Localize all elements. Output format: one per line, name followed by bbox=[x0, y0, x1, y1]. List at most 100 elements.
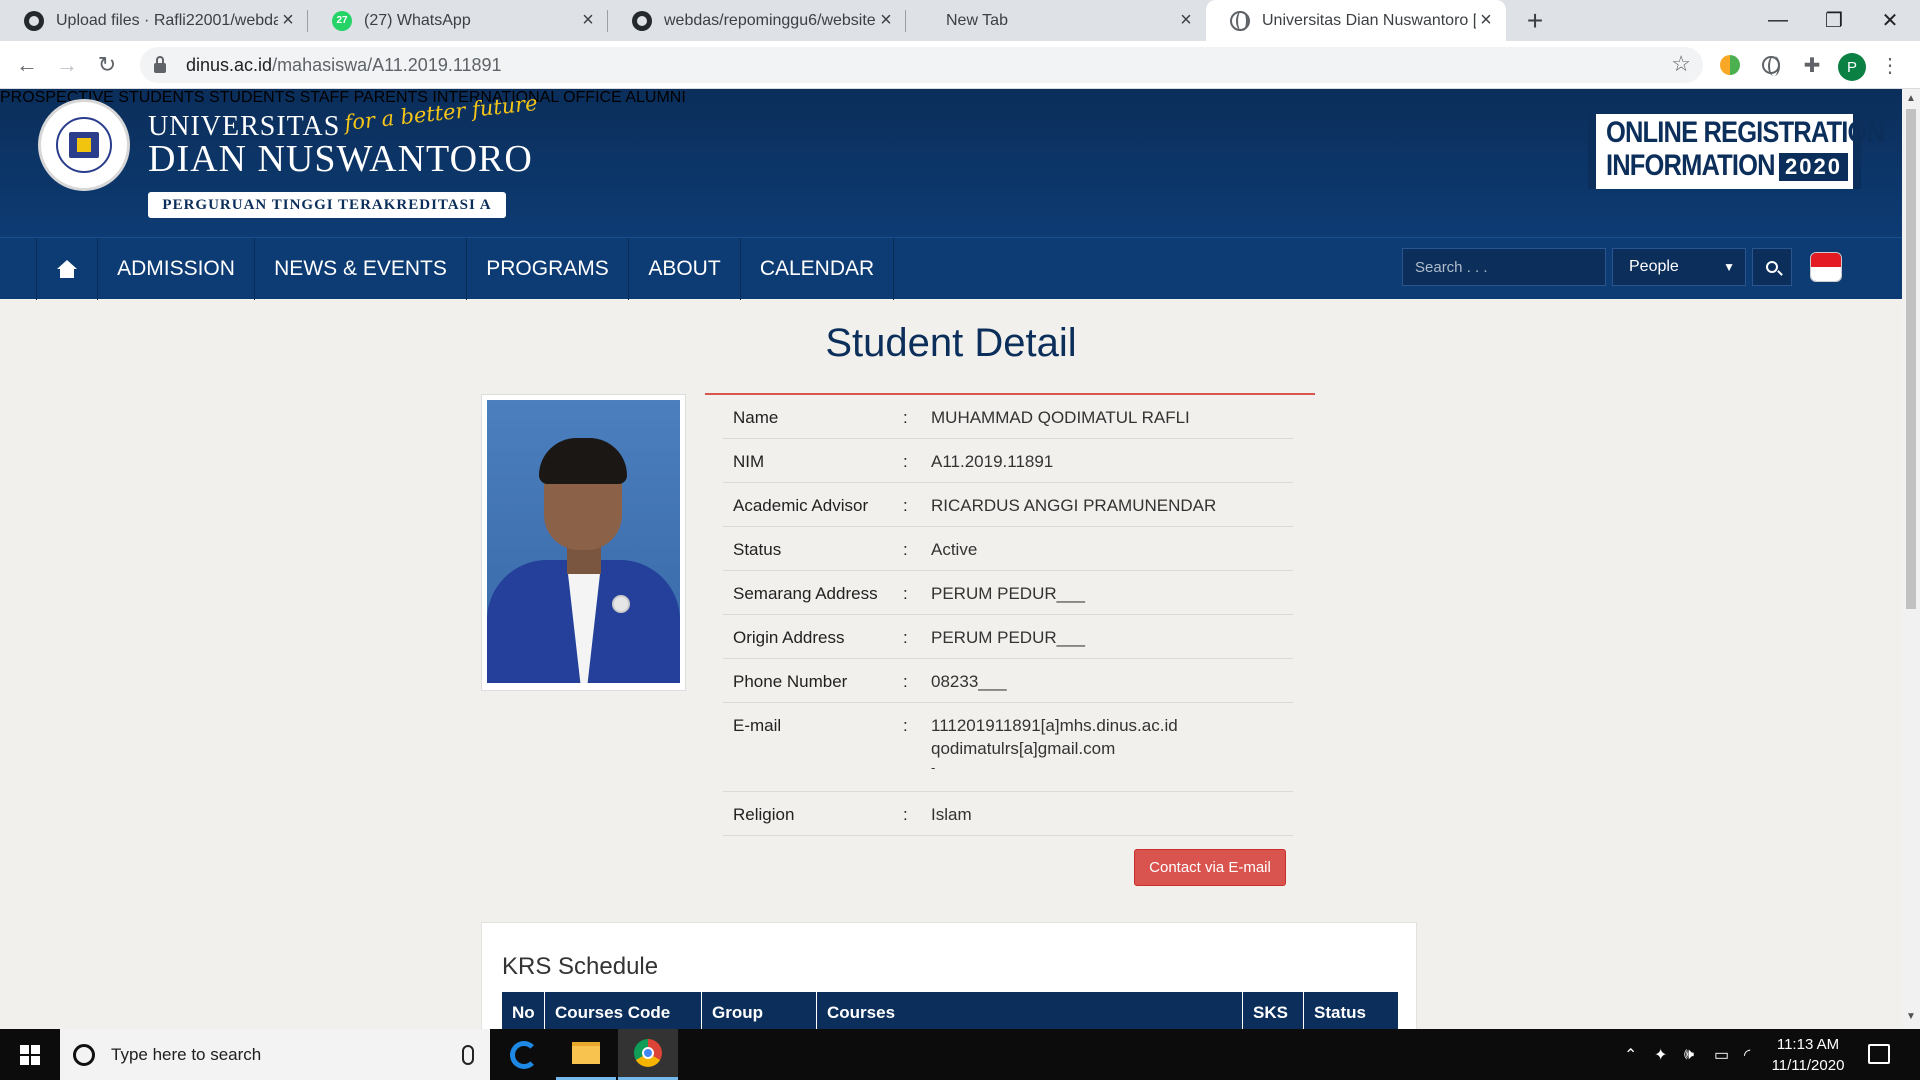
taskbar-search-input[interactable]: Type here to search bbox=[60, 1029, 490, 1080]
url-path: /mahasiswa/A11.2019.11891 bbox=[272, 54, 502, 75]
lock-icon bbox=[154, 56, 166, 73]
restore-icon[interactable]: ❐ bbox=[1806, 0, 1862, 41]
top-link-alumni[interactable]: ALUMNI bbox=[625, 89, 685, 106]
clock-time: 11:13 AM bbox=[1776, 1036, 1840, 1053]
browser-tab[interactable]: Upload files · Rafli22001/webdas × bbox=[0, 0, 308, 41]
page-title: Student Detail bbox=[825, 321, 1077, 365]
forward-arrow-icon[interactable]: → bbox=[52, 50, 82, 80]
detail-row-nim: NIM : A11.2019.11891 bbox=[723, 439, 1293, 483]
top-link-students[interactable]: STUDENTS bbox=[209, 89, 295, 106]
detail-row-email: E-mail : 111201911891[a]mhs.dinus.ac.id … bbox=[723, 703, 1293, 792]
browser-tab-strip: Upload files · Rafli22001/webdas × 27 (2… bbox=[0, 0, 1920, 41]
page-content: UNIVERSITAS for a better future DIAN NUS… bbox=[0, 89, 1902, 1029]
url-host: dinus.ac.id bbox=[186, 54, 273, 75]
tab-title: New Tab bbox=[946, 11, 1008, 29]
globe-extension-icon[interactable] bbox=[1759, 53, 1783, 77]
detail-row-name: Name : MUHAMMAD QODIMATUL RAFLI bbox=[723, 395, 1293, 439]
site-search-input[interactable]: Search . . . bbox=[1402, 248, 1606, 286]
notification-center-icon[interactable] bbox=[1868, 1044, 1890, 1064]
search-scope-select[interactable]: People ▼ bbox=[1612, 248, 1746, 286]
bookmark-star-icon[interactable]: ☆ bbox=[1671, 51, 1691, 77]
detail-row-religion: Religion : Islam bbox=[723, 792, 1293, 836]
email-tertiary: - bbox=[931, 760, 936, 775]
col-sks: SKS bbox=[1243, 992, 1304, 1029]
col-group: Group bbox=[702, 992, 817, 1029]
dropbox-icon[interactable]: ✦ bbox=[1654, 1029, 1667, 1080]
wifi-icon[interactable]: ◜ bbox=[1744, 1029, 1750, 1080]
chevron-down-icon: ▼ bbox=[1723, 260, 1735, 274]
show-hidden-icons-chevron-icon[interactable]: ⌃ bbox=[1624, 1029, 1637, 1080]
new-tab-button[interactable]: + bbox=[1520, 5, 1550, 36]
back-arrow-icon[interactable]: ← bbox=[12, 50, 42, 80]
chrome-taskbar-icon[interactable] bbox=[618, 1029, 678, 1080]
windows-taskbar: Type here to search ⌃ ✦ 🕪 ▭ ◜ 11:13 AM 1… bbox=[0, 1029, 1920, 1080]
university-logo[interactable] bbox=[38, 99, 130, 191]
profile-avatar[interactable]: P bbox=[1838, 53, 1866, 81]
github-icon bbox=[24, 10, 44, 31]
nav-news-events[interactable]: NEWS & EVENTS bbox=[255, 238, 467, 300]
search-icon bbox=[1766, 261, 1778, 273]
minimize-icon[interactable]: — bbox=[1750, 0, 1806, 41]
col-status: Status bbox=[1314, 1003, 1366, 1022]
krs-schedule-panel: KRS Schedule No Courses Code Group Cours… bbox=[481, 922, 1417, 1029]
email-primary[interactable]: 111201911891[a]mhs.dinus.ac.id bbox=[931, 714, 1178, 737]
taskbar-clock[interactable]: 11:13 AM 11/11/2020 bbox=[1758, 1034, 1858, 1076]
nav-programs[interactable]: PROGRAMS bbox=[467, 238, 629, 300]
scrollbar-thumb[interactable] bbox=[1906, 109, 1916, 609]
close-tab-icon[interactable]: × bbox=[578, 9, 598, 31]
home-button[interactable] bbox=[36, 238, 98, 300]
page-scrollbar[interactable]: ▲ ▼ bbox=[1902, 89, 1920, 1029]
top-link-staff[interactable]: STAFF bbox=[300, 89, 349, 106]
tab-title: Upload files · Rafli22001/webdas bbox=[56, 11, 278, 29]
close-tab-icon[interactable]: × bbox=[1476, 9, 1496, 31]
reload-icon[interactable]: ↻ bbox=[92, 50, 122, 80]
detail-row-origin-address: Origin Address : PERUM PEDUR___ bbox=[723, 615, 1293, 659]
nav-about[interactable]: ABOUT bbox=[629, 238, 741, 300]
home-icon bbox=[57, 260, 77, 278]
search-button[interactable] bbox=[1752, 248, 1792, 286]
browser-tab[interactable]: webdas/repominggu6/websiteku × bbox=[608, 0, 906, 41]
close-tab-icon[interactable]: × bbox=[876, 9, 896, 31]
detail-row-academic-advisor: Academic Advisor : RICARDUS ANGGI PRAMUN… bbox=[723, 483, 1293, 527]
detail-row-semarang-address: Semarang Address : PERUM PEDUR___ bbox=[723, 571, 1293, 615]
student-detail-table: Name : MUHAMMAD QODIMATUL RAFLI NIM : A1… bbox=[705, 393, 1315, 836]
detail-row-status: Status : Active bbox=[723, 527, 1293, 571]
file-explorer-taskbar-icon[interactable] bbox=[556, 1029, 616, 1080]
browser-tab[interactable]: 27 (27) WhatsApp × bbox=[308, 0, 608, 41]
menu-kebab-icon[interactable]: ⋮ bbox=[1878, 53, 1902, 77]
site-header: UNIVERSITAS for a better future DIAN NUS… bbox=[0, 89, 1902, 237]
nav-calendar[interactable]: CALENDAR bbox=[741, 238, 894, 300]
volume-icon[interactable]: 🕪 bbox=[1684, 1029, 1694, 1080]
student-photo bbox=[481, 394, 686, 691]
close-tab-icon[interactable]: × bbox=[1176, 9, 1196, 31]
tab-title: webdas/repominggu6/websiteku bbox=[664, 11, 876, 29]
address-bar[interactable]: dinus.ac.id/mahasiswa/A11.2019.11891 ☆ bbox=[140, 47, 1703, 83]
university-name-line2: DIAN NUSWANTORO bbox=[148, 138, 533, 180]
puzzle-icon[interactable]: ✚ bbox=[1800, 53, 1824, 77]
close-tab-icon[interactable]: × bbox=[278, 9, 298, 31]
start-windows-icon[interactable] bbox=[20, 1045, 40, 1065]
clock-date: 11/11/2020 bbox=[1771, 1057, 1845, 1074]
indonesia-flag-icon[interactable] bbox=[1810, 252, 1842, 282]
tab-title: Universitas Dian Nuswantoro [UD bbox=[1262, 11, 1476, 29]
nav-admission[interactable]: ADMISSION bbox=[98, 238, 255, 300]
col-courses-code: Courses Code bbox=[545, 992, 702, 1029]
scroll-down-icon[interactable]: ▼ bbox=[1906, 1011, 1916, 1022]
battery-icon[interactable]: ▭ bbox=[1714, 1029, 1729, 1080]
tab-title: (27) WhatsApp bbox=[364, 11, 471, 29]
krs-schedule-title: KRS Schedule bbox=[502, 953, 659, 980]
edge-taskbar-icon[interactable] bbox=[494, 1029, 554, 1080]
extension-icon[interactable] bbox=[1718, 53, 1742, 77]
microphone-icon[interactable] bbox=[462, 1045, 474, 1065]
col-no: No bbox=[502, 992, 545, 1029]
email-secondary[interactable]: qodimatulrs[a]gmail.com bbox=[931, 737, 1178, 760]
online-registration-banner[interactable]: ONLINE REGISTRATION INFORMATION 2020 bbox=[1588, 114, 1885, 189]
close-window-icon[interactable]: ✕ bbox=[1862, 0, 1918, 41]
browser-tab[interactable]: New Tab × bbox=[906, 0, 1206, 41]
cortana-icon bbox=[73, 1043, 95, 1066]
banner-year: 2020 bbox=[1779, 153, 1848, 181]
contact-via-email-button[interactable]: Contact via E-mail bbox=[1134, 849, 1286, 886]
globe-icon bbox=[1230, 10, 1250, 31]
browser-tab-active[interactable]: Universitas Dian Nuswantoro [UD × bbox=[1206, 0, 1506, 41]
scroll-up-icon[interactable]: ▲ bbox=[1906, 93, 1916, 104]
